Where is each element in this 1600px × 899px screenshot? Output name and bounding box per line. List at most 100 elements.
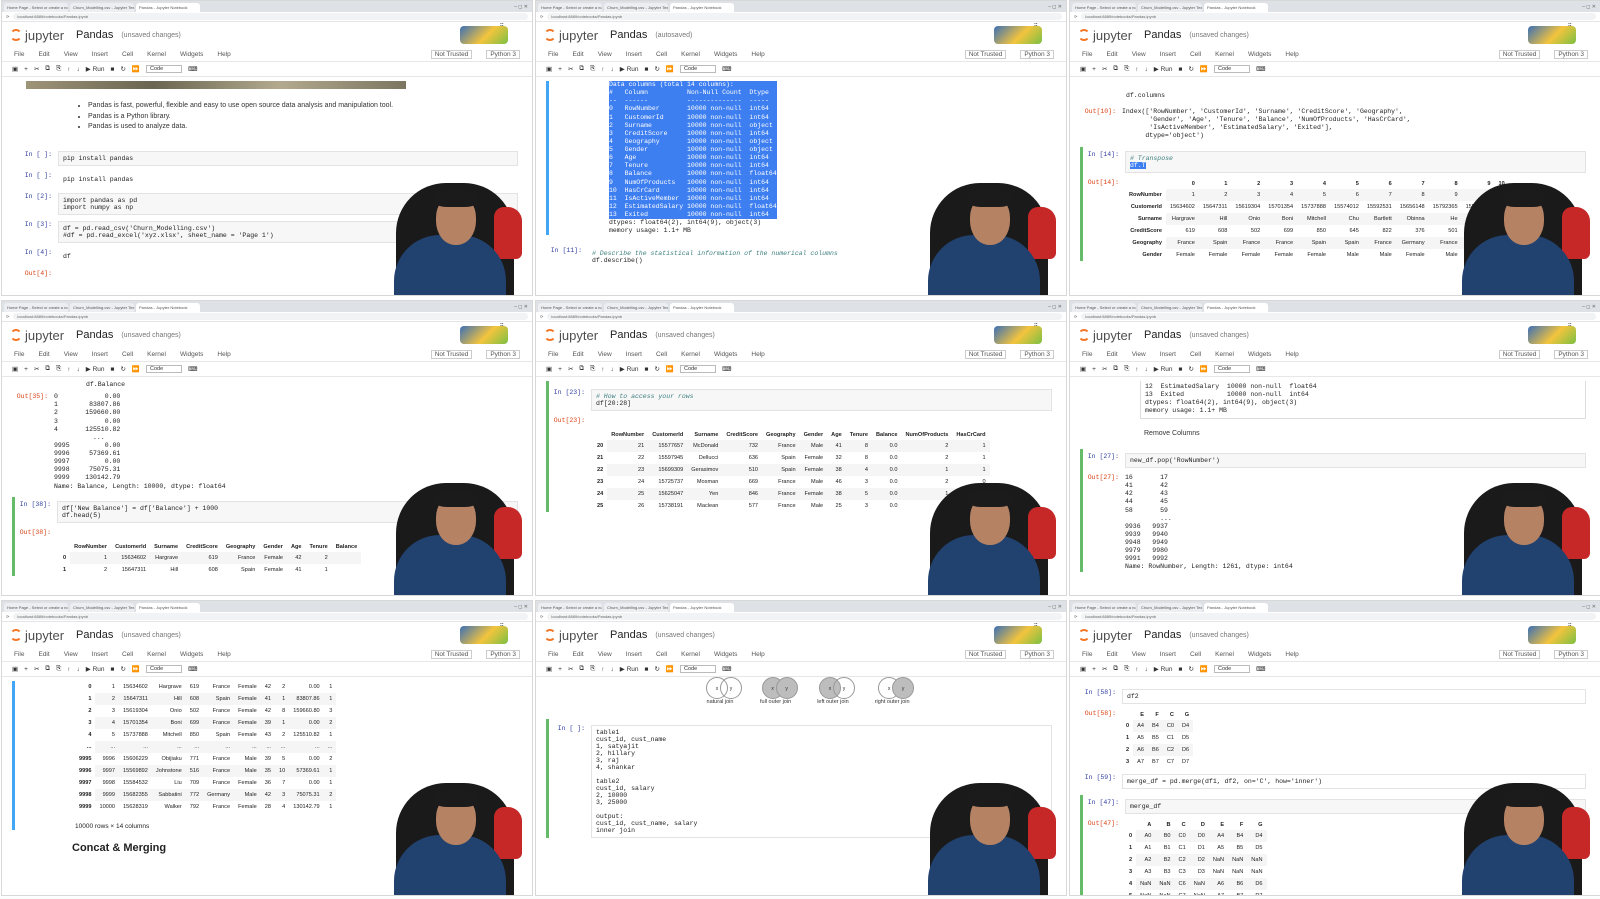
menu-file[interactable]: File — [548, 51, 558, 58]
browser-tab[interactable]: Pandas - Jupyter Notebook — [670, 303, 734, 312]
browser-tab[interactable]: Home Page - Select or create a notebook — [538, 303, 602, 312]
menu-insert[interactable]: Insert — [626, 51, 642, 58]
url-field[interactable]: localhost:8889/notebooks/Pandas.ipynb — [1081, 13, 1596, 20]
url-field[interactable]: localhost:8889/notebooks/Pandas.ipynb — [13, 313, 528, 320]
restart-icon[interactable]: ↻ — [654, 365, 659, 373]
paste-icon[interactable]: ⎘ — [590, 665, 595, 673]
jupyter-logo[interactable]: jupyter — [10, 328, 64, 343]
menu-insert[interactable]: Insert — [92, 51, 108, 58]
jupyter-logo[interactable]: jupyter — [1078, 28, 1132, 43]
add-cell-icon[interactable]: + — [558, 666, 562, 673]
menu-view[interactable]: View — [1132, 51, 1146, 58]
menu-kernel[interactable]: Kernel — [147, 51, 166, 58]
kernel-indicator[interactable]: Python 3 — [486, 50, 520, 59]
menu-edit[interactable]: Edit — [1106, 651, 1117, 658]
menu-insert[interactable]: Insert — [1160, 51, 1176, 58]
stop-icon[interactable]: ■ — [1179, 366, 1183, 373]
paste-icon[interactable]: ⎘ — [590, 365, 595, 373]
keyboard-icon[interactable]: ⌨ — [722, 365, 731, 373]
browser-tab[interactable]: Pandas - Jupyter Notebook — [136, 3, 200, 12]
move-up-icon[interactable]: ↑ — [601, 666, 604, 673]
menu-help[interactable]: Help — [1285, 351, 1298, 358]
keyboard-icon[interactable]: ⌨ — [722, 65, 731, 73]
move-down-icon[interactable]: ↓ — [1145, 66, 1148, 73]
move-down-icon[interactable]: ↓ — [77, 66, 80, 73]
menu-file[interactable]: File — [14, 51, 24, 58]
kernel-indicator[interactable]: Python 3 — [1554, 650, 1588, 659]
not-trusted-badge[interactable]: Not Trusted — [964, 650, 1007, 659]
jupyter-logo[interactable]: jupyter — [544, 628, 598, 643]
fast-forward-icon[interactable]: ⏩ — [666, 365, 674, 373]
run-button[interactable]: ▶ Run — [1154, 365, 1173, 373]
cut-icon[interactable]: ✂ — [568, 365, 573, 373]
menu-insert[interactable]: Insert — [92, 351, 108, 358]
save-icon[interactable]: ▣ — [1080, 665, 1086, 673]
stop-icon[interactable]: ■ — [1179, 666, 1183, 673]
menu-widgets[interactable]: Widgets — [180, 651, 203, 658]
paste-icon[interactable]: ⎘ — [590, 65, 595, 73]
copy-icon[interactable]: ⧉ — [1113, 365, 1118, 373]
move-down-icon[interactable]: ↓ — [1145, 666, 1148, 673]
browser-tab[interactable]: Churn_Modelling.csv - Jupyter Text Edito… — [1138, 303, 1202, 312]
menu-edit[interactable]: Edit — [38, 651, 49, 658]
menu-file[interactable]: File — [548, 651, 558, 658]
notebook-title[interactable]: Pandas — [76, 329, 113, 341]
fast-forward-icon[interactable]: ⏩ — [666, 665, 674, 673]
copy-icon[interactable]: ⧉ — [1113, 665, 1118, 673]
code-cell[interactable]: In [27]: new_df.pop('RowNumber') — [1083, 453, 1586, 468]
notebook-title[interactable]: Pandas — [1144, 29, 1181, 41]
move-down-icon[interactable]: ↓ — [1145, 366, 1148, 373]
browser-tab[interactable]: Churn_Modelling.csv - Jupyter Text Edito… — [604, 3, 668, 12]
run-button[interactable]: ▶ Run — [620, 365, 639, 373]
cell-type-select[interactable]: Code — [680, 665, 717, 673]
cell-code[interactable]: # Transpose df.T — [1125, 150, 1586, 173]
browser-tab[interactable]: Pandas - Jupyter Notebook — [670, 3, 734, 12]
kernel-indicator[interactable]: Python 3 — [486, 350, 520, 359]
save-icon[interactable]: ▣ — [1080, 365, 1086, 373]
cell-type-select[interactable]: Code — [680, 65, 717, 73]
move-up-icon[interactable]: ↑ — [67, 366, 70, 373]
not-trusted-badge[interactable]: Not Trusted — [1498, 350, 1541, 359]
fast-forward-icon[interactable]: ⏩ — [1200, 665, 1208, 673]
menu-cell[interactable]: Cell — [122, 351, 133, 358]
paste-icon[interactable]: ⎘ — [56, 65, 61, 73]
cell-type-select[interactable]: Code — [146, 665, 183, 673]
paste-icon[interactable]: ⎘ — [1124, 365, 1129, 373]
keyboard-icon[interactable]: ⌨ — [1256, 365, 1265, 373]
move-up-icon[interactable]: ↑ — [67, 66, 70, 73]
menu-edit[interactable]: Edit — [1106, 51, 1117, 58]
paste-icon[interactable]: ⎘ — [1124, 65, 1129, 73]
reload-icon[interactable]: ⟳ — [1074, 14, 1077, 19]
not-trusted-badge[interactable]: Not Trusted — [430, 650, 473, 659]
cell-code[interactable]: df2 — [1122, 689, 1586, 704]
menu-widgets[interactable]: Widgets — [714, 351, 737, 358]
menu-edit[interactable]: Edit — [1106, 351, 1117, 358]
code-cell[interactable]: df.columns — [1080, 89, 1586, 102]
menu-file[interactable]: File — [1082, 51, 1092, 58]
fast-forward-icon[interactable]: ⏩ — [132, 365, 140, 373]
fast-forward-icon[interactable]: ⏩ — [132, 665, 140, 673]
restart-icon[interactable]: ↻ — [654, 665, 659, 673]
cell-code[interactable]: # How to access your rows df[20:28] — [591, 389, 1052, 411]
menu-file[interactable]: File — [1082, 351, 1092, 358]
code-cell[interactable]: In [14]: # Transpose df.T — [1083, 150, 1586, 173]
save-icon[interactable]: ▣ — [546, 665, 552, 673]
jupyter-logo[interactable]: jupyter — [1078, 628, 1132, 643]
notebook-title[interactable]: Pandas — [1144, 329, 1181, 341]
menu-cell[interactable]: Cell — [1190, 51, 1201, 58]
window-controls[interactable]: – ◻ ✕ — [510, 4, 532, 12]
code-cell[interactable]: In [ ]: pip install pandas — [16, 150, 518, 166]
fast-forward-icon[interactable]: ⏩ — [132, 65, 140, 73]
cell-type-select[interactable]: Code — [1214, 365, 1251, 373]
cell-type-select[interactable]: Code — [146, 365, 183, 373]
menu-view[interactable]: View — [64, 51, 78, 58]
cell-type-select[interactable]: Code — [1214, 65, 1251, 73]
window-controls[interactable]: – ◻ ✕ — [1578, 4, 1600, 12]
restart-icon[interactable]: ↻ — [120, 65, 125, 73]
reload-icon[interactable]: ⟳ — [1074, 314, 1077, 319]
menu-help[interactable]: Help — [1285, 651, 1298, 658]
kernel-indicator[interactable]: Python 3 — [486, 650, 520, 659]
stop-icon[interactable]: ■ — [111, 66, 115, 73]
move-down-icon[interactable]: ↓ — [611, 366, 614, 373]
stop-icon[interactable]: ■ — [645, 66, 649, 73]
